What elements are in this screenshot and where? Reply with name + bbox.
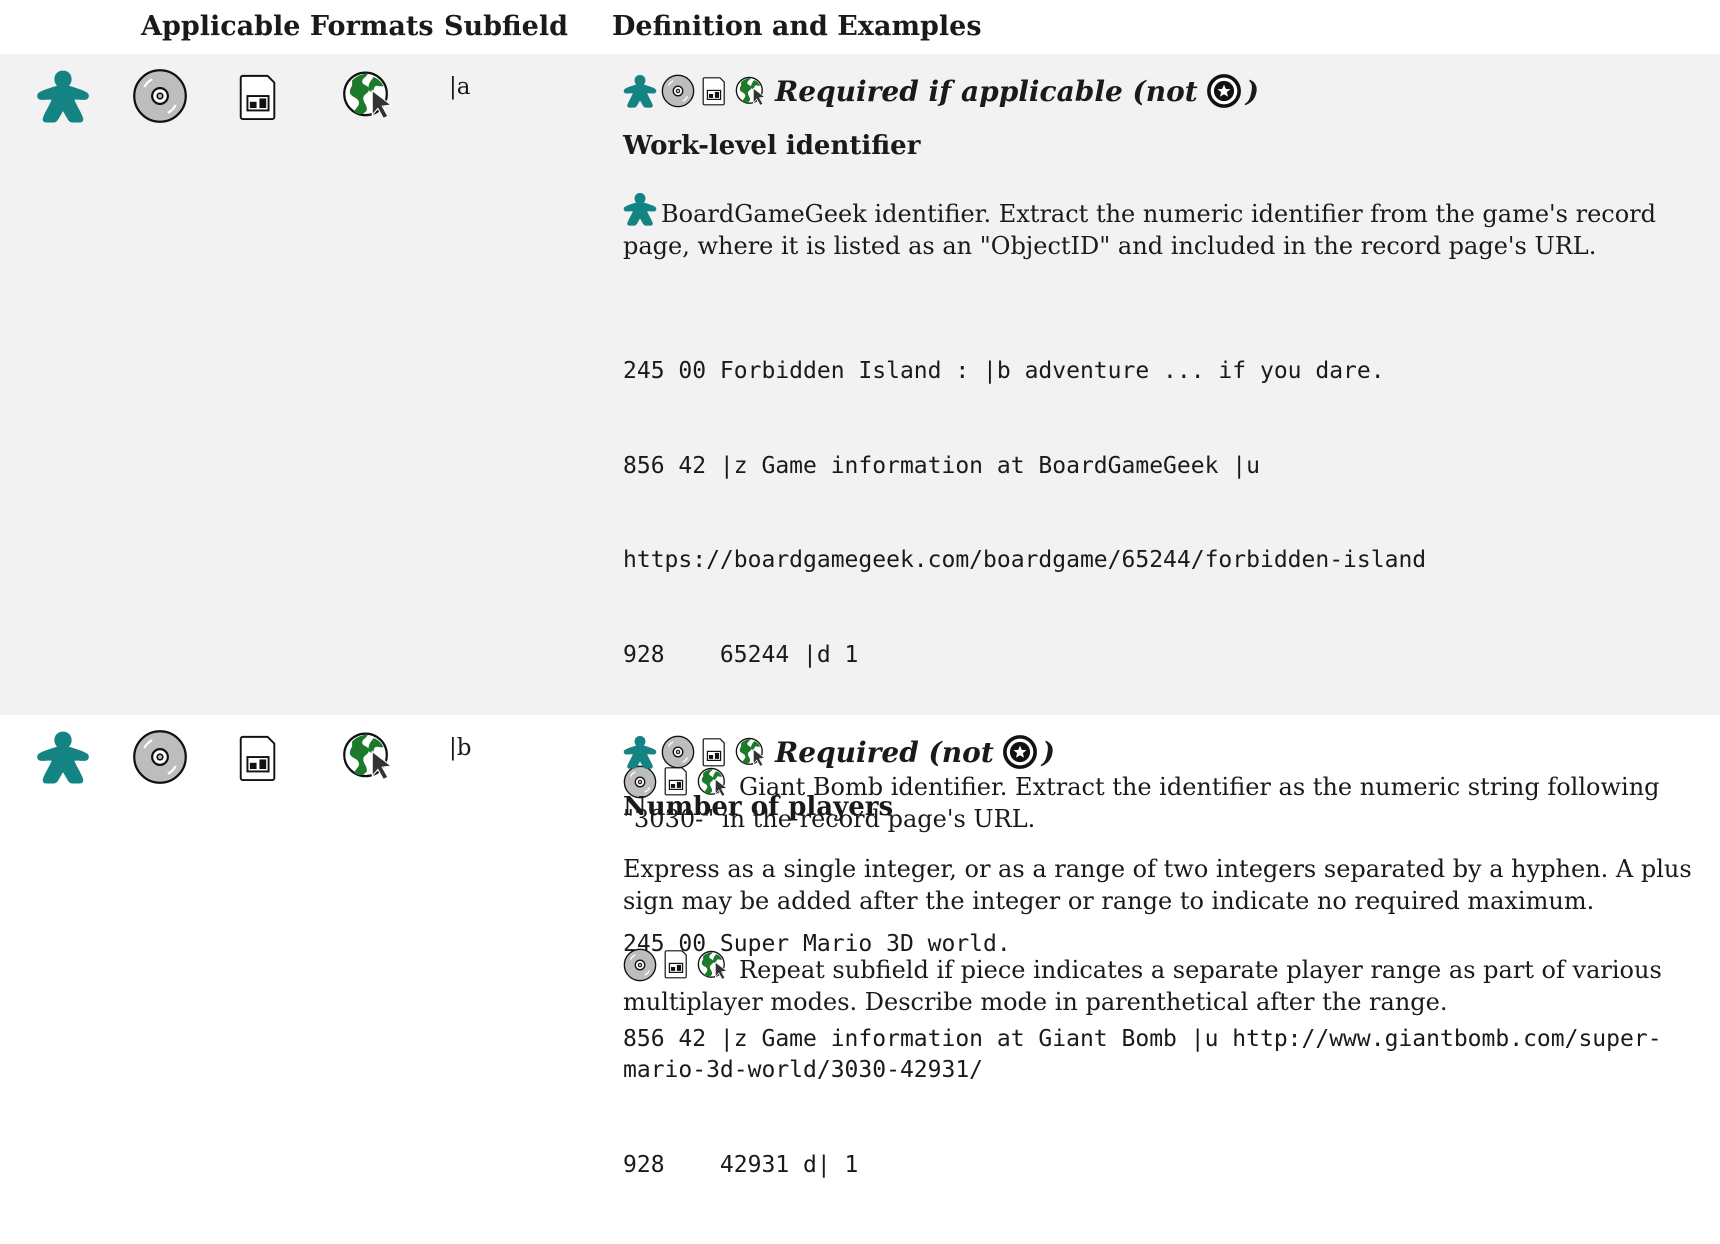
disc-icon: [661, 735, 695, 769]
format-icons: [0, 730, 440, 800]
code-example: 245 00 Forbidden Island : |b adventure .…: [623, 293, 1720, 734]
subfield-code: |a: [449, 74, 471, 100]
requirement-text: Required if applicable (not: [775, 74, 1198, 108]
disc-icon: [132, 729, 188, 785]
definition-paragraph: BoardGameGeek identifier. Extract the nu…: [623, 192, 1720, 262]
meeple-icon: [623, 735, 657, 769]
code-line: https://boardgamegeek.com/boardgame/6524…: [623, 547, 1427, 573]
format-icons-inline: [623, 948, 733, 982]
disc-icon: [661, 74, 695, 108]
definition-title: Number of players: [623, 792, 894, 822]
requirement-close: ): [1245, 74, 1259, 108]
cartridge-icon: [661, 948, 691, 980]
meeple-icon: [36, 69, 90, 123]
cartridge-icon: [699, 75, 729, 107]
globe-cursor-icon: [733, 74, 771, 108]
subfield-header: Subfield: [444, 11, 568, 42]
globe-cursor-icon: [340, 728, 400, 784]
code-line: 856 42 |z Game information at BoardGameG…: [623, 452, 1260, 479]
definition-paragraph: Express as a single integer, or as a ran…: [623, 855, 1692, 915]
definition-cell: Required (not ) Number of players Expres…: [623, 715, 1720, 1018]
code-line: 245 00 Forbidden Island : |b adventure .…: [623, 358, 1385, 384]
meeple-icon: [36, 730, 90, 784]
rosette-icon: [1206, 73, 1242, 109]
format-icons: [0, 69, 440, 139]
disc-icon: [132, 68, 188, 124]
requirement-badge: Required (not ): [623, 730, 1720, 774]
table-header: Applicable Formats Subfield Definition a…: [0, 0, 1720, 54]
definition-cell: Required if applicable (not ) Work-level…: [623, 54, 1720, 1244]
subfield-code: |b: [449, 735, 472, 761]
table-row: |a Required if applicable (not ) Work-le…: [0, 54, 1720, 1178]
globe-cursor-icon: [340, 67, 400, 123]
definition-title: Work-level identifier: [623, 131, 921, 161]
rosette-icon: [1002, 734, 1038, 770]
meeple-icon: [623, 192, 657, 226]
globe-cursor-icon: [733, 735, 771, 769]
applicable-formats-header: Applicable Formats: [141, 11, 434, 42]
table-row: |b Required (not ) Number of players Exp…: [0, 715, 1720, 1035]
requirement-close: ): [1041, 735, 1056, 769]
cartridge-icon: [699, 736, 729, 768]
requirement-badge: Required if applicable (not ): [623, 69, 1720, 113]
meeple-icon: [623, 74, 657, 108]
cartridge-icon: [234, 732, 282, 784]
code-line: 928 42931 d| 1: [623, 1151, 859, 1178]
code-line: 928 65244 |d 1: [623, 641, 859, 668]
definition-header: Definition and Examples: [612, 11, 982, 42]
definition-paragraph: Repeat subfield if piece indicates a sep…: [623, 948, 1720, 1018]
disc-icon: [623, 948, 657, 982]
cartridge-icon: [234, 71, 282, 123]
globe-cursor-icon: [695, 948, 733, 982]
requirement-text: Required (not: [775, 735, 994, 769]
paragraph-text: Repeat subfield if piece indicates a sep…: [623, 956, 1662, 1016]
paragraph-text: BoardGameGeek identifier. Extract the nu…: [623, 200, 1657, 260]
